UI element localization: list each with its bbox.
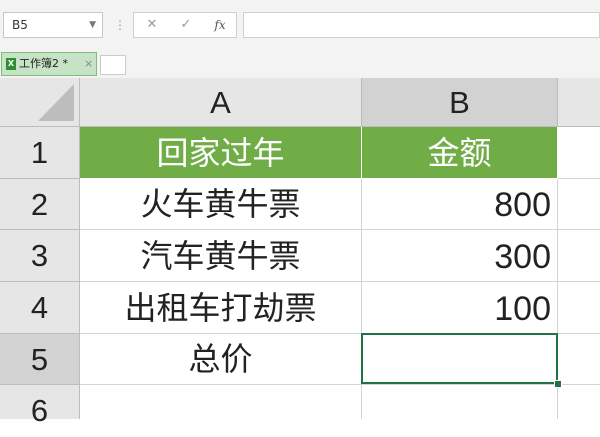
spreadsheet-grid: A B 1 2 3 4 5 6 回家过年 金额 火车黄牛票 800 汽车黄牛票 … [0, 78, 600, 428]
close-icon[interactable]: × [84, 53, 93, 75]
cell-a5[interactable]: 总价 [80, 334, 362, 385]
fill-handle[interactable] [554, 380, 562, 388]
tab-bar: X 工作簿2 * × [0, 50, 600, 78]
insert-function-icon[interactable]: fx [206, 13, 234, 37]
cell-a4[interactable]: 出租车打劫票 [80, 282, 362, 334]
column-header-a[interactable]: A [80, 78, 362, 127]
row-header-1[interactable]: 1 [0, 127, 80, 179]
name-box[interactable]: B5 ▼ [3, 12, 103, 38]
row-header-3[interactable]: 3 [0, 230, 80, 282]
cell-a6[interactable] [80, 385, 362, 419]
row-header-2[interactable]: 2 [0, 179, 80, 230]
formula-bar: B5 ▼ ⋮ ✕ ✓ fx [0, 0, 600, 50]
cell-b3[interactable]: 300 [362, 230, 558, 282]
select-all-button[interactable] [0, 78, 80, 127]
name-box-value: B5 [12, 18, 28, 32]
tab-label: 工作簿2 * [19, 57, 68, 70]
chevron-down-icon[interactable]: ▼ [89, 13, 96, 37]
confirm-icon[interactable]: ✓ [172, 13, 200, 37]
column-header-c[interactable] [558, 78, 600, 127]
cell-b2[interactable]: 800 [362, 179, 558, 230]
row-header-4[interactable]: 4 [0, 282, 80, 334]
formula-buttons: ✕ ✓ fx [133, 12, 237, 38]
cell-c5[interactable] [558, 334, 600, 385]
cell-b1[interactable]: 金额 [362, 127, 558, 179]
cell-b6[interactable] [362, 385, 558, 419]
cell-a2[interactable]: 火车黄牛票 [80, 179, 362, 230]
cell-a1[interactable]: 回家过年 [80, 127, 362, 179]
more-options-icon: ⋮ [114, 18, 126, 32]
cell-c3[interactable] [558, 230, 600, 282]
cell-c2[interactable] [558, 179, 600, 230]
cancel-icon[interactable]: ✕ [138, 13, 166, 37]
column-header-b[interactable]: B [362, 78, 558, 127]
tab-workbook[interactable]: X 工作簿2 * × [1, 52, 97, 76]
formula-input[interactable] [243, 12, 600, 38]
cell-b4[interactable]: 100 [362, 282, 558, 334]
select-all-triangle-icon [38, 84, 74, 121]
workbook-icon: X [6, 58, 16, 70]
row-header-6[interactable]: 6 [0, 385, 80, 428]
new-tab-button[interactable] [100, 55, 126, 75]
cell-c1[interactable] [558, 127, 600, 179]
row-header-5[interactable]: 5 [0, 334, 80, 385]
active-cell-border [361, 333, 558, 384]
cell-a3[interactable]: 汽车黄牛票 [80, 230, 362, 282]
cell-c4[interactable] [558, 282, 600, 334]
